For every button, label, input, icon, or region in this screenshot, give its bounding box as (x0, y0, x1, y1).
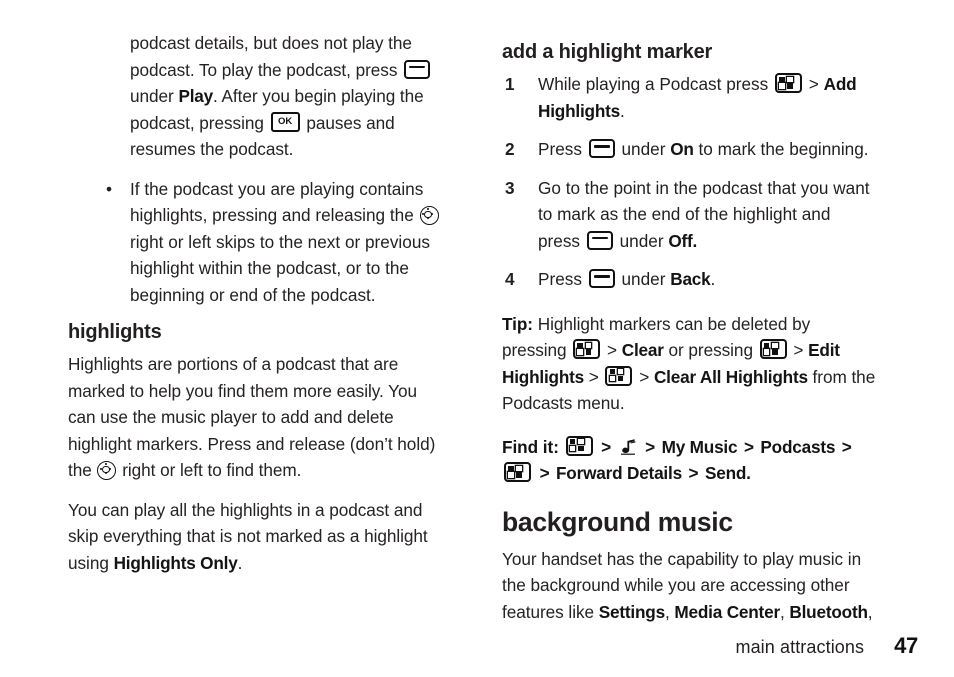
menu-item-bluetooth: Bluetooth (789, 601, 868, 622)
section-heading-background-music: background music (502, 506, 733, 537)
menu-item-clear-all-highlights: Clear All Highlights (653, 366, 808, 387)
bullet-text-1: If the podcast you are playing contains … (130, 178, 424, 226)
find-it-separator: > (640, 436, 660, 457)
footer-page-number: 47 (894, 633, 918, 658)
step-text-3: . (620, 100, 625, 121)
navigation-key-icon (97, 461, 117, 480)
step-text-3: to mark the beginning. (693, 139, 869, 159)
intro-paragraph: podcast details, but does not play the p… (68, 30, 443, 163)
menu-item-forward-details: Forward Details (556, 463, 682, 483)
step-text-2: under (616, 269, 671, 289)
find-it-label: Find it: (502, 436, 559, 457)
menu-key-icon (775, 73, 803, 93)
step-text-1: Press (538, 269, 587, 289)
softkey-icon (588, 139, 615, 158)
step-text-3: . (710, 269, 716, 289)
find-it-separator: > (837, 436, 852, 457)
menu-key-icon (504, 462, 531, 482)
tip-label: Tip: (502, 313, 533, 334)
section-heading-add-highlight-marker: add a highlight marker (502, 41, 713, 63)
menu-item-off: Off. (668, 230, 698, 251)
intro-text-2: under (130, 86, 179, 106)
bg-separator-1: , (664, 601, 675, 622)
numbered-step: 3 Go to the point in the podcast that you… (502, 175, 877, 255)
media-center-icon (619, 438, 638, 457)
menu-key-icon (565, 435, 593, 456)
highlights-paragraph: Highlights are portions of a podcast tha… (68, 351, 443, 484)
navigation-key-icon (419, 206, 439, 225)
find-it-separator: > (535, 463, 554, 483)
menu-key-icon (573, 339, 601, 359)
tip-text-2: > (602, 340, 622, 360)
menu-item-settings: Settings (598, 601, 665, 622)
menu-item-podcasts: Podcasts (760, 436, 836, 457)
highlights-only-paragraph: You can play all the highlights in a pod… (68, 497, 443, 577)
step-text-2: under (616, 139, 671, 159)
softkey-icon (404, 59, 431, 79)
menu-item-play: Play (178, 86, 213, 106)
step-number: 1 (505, 74, 515, 94)
highlights-only-text-2: . (237, 552, 243, 573)
step-number: 4 (505, 269, 515, 289)
footer-section-name: main attractions (735, 637, 865, 657)
page-footer: main attractions 47 (0, 633, 954, 659)
numbered-step: 2 Press under On to mark the beginning. (502, 136, 877, 163)
softkey-icon (588, 269, 615, 288)
right-column: add a highlight marker 1 While playing a … (502, 30, 877, 638)
menu-item-media-center: Media Center (674, 601, 780, 622)
section-heading-highlights: highlights (68, 321, 162, 343)
numbered-step: 4 Press under Back. (502, 266, 877, 293)
bg-separator-2: , (779, 601, 790, 622)
find-it-separator: > (596, 436, 616, 457)
intro-text-1: podcast details, but does not play the p… (130, 33, 412, 80)
background-music-paragraph: Your handset has the capability to play … (502, 546, 877, 626)
step-number: 2 (505, 139, 515, 159)
menu-item-back: Back (670, 269, 711, 289)
manual-page: podcast details, but does not play the p… (0, 0, 954, 677)
menu-item-send: Send. (704, 463, 751, 483)
tip-text-4: > (788, 340, 809, 360)
ok-key-icon: OK (270, 111, 300, 132)
menu-key-icon (759, 339, 787, 359)
find-it-paragraph: Find it: > > My Music > Podcasts > > For… (502, 434, 877, 487)
find-it-separator: > (739, 436, 759, 457)
tip-text-3: or pressing (663, 340, 758, 360)
step-text-2: under (614, 230, 669, 251)
list-item: • If the podcast you are playing contains… (68, 176, 443, 309)
step-text-2: > (804, 74, 824, 94)
step-text-1: Press (538, 139, 587, 159)
numbered-step: 1 While playing a Podcast press > Add Hig… (502, 71, 877, 124)
menu-item-on: On (670, 139, 694, 159)
tip-text-6: > (634, 366, 654, 387)
tip-text-5: > (584, 366, 604, 387)
menu-item-highlights-only: Highlights Only (113, 552, 238, 573)
bullet-text-2: right or left skips to the next or previ… (130, 231, 430, 305)
step-number: 3 (505, 177, 515, 198)
menu-item-clear: Clear (621, 340, 664, 360)
menu-key-icon (605, 365, 633, 386)
find-it-separator: > (683, 463, 703, 483)
step-text-1: While playing a Podcast press (538, 74, 774, 94)
highlights-text-2: right or left to find them. (117, 460, 302, 480)
bullet-marker: • (106, 178, 113, 199)
tip-paragraph: Tip: Highlight markers can be deleted by… (502, 311, 877, 417)
softkey-icon (586, 230, 613, 250)
bg-separator-3: , (867, 601, 873, 622)
left-column: podcast details, but does not play the p… (68, 30, 443, 589)
menu-item-my-music: My Music (661, 436, 738, 457)
